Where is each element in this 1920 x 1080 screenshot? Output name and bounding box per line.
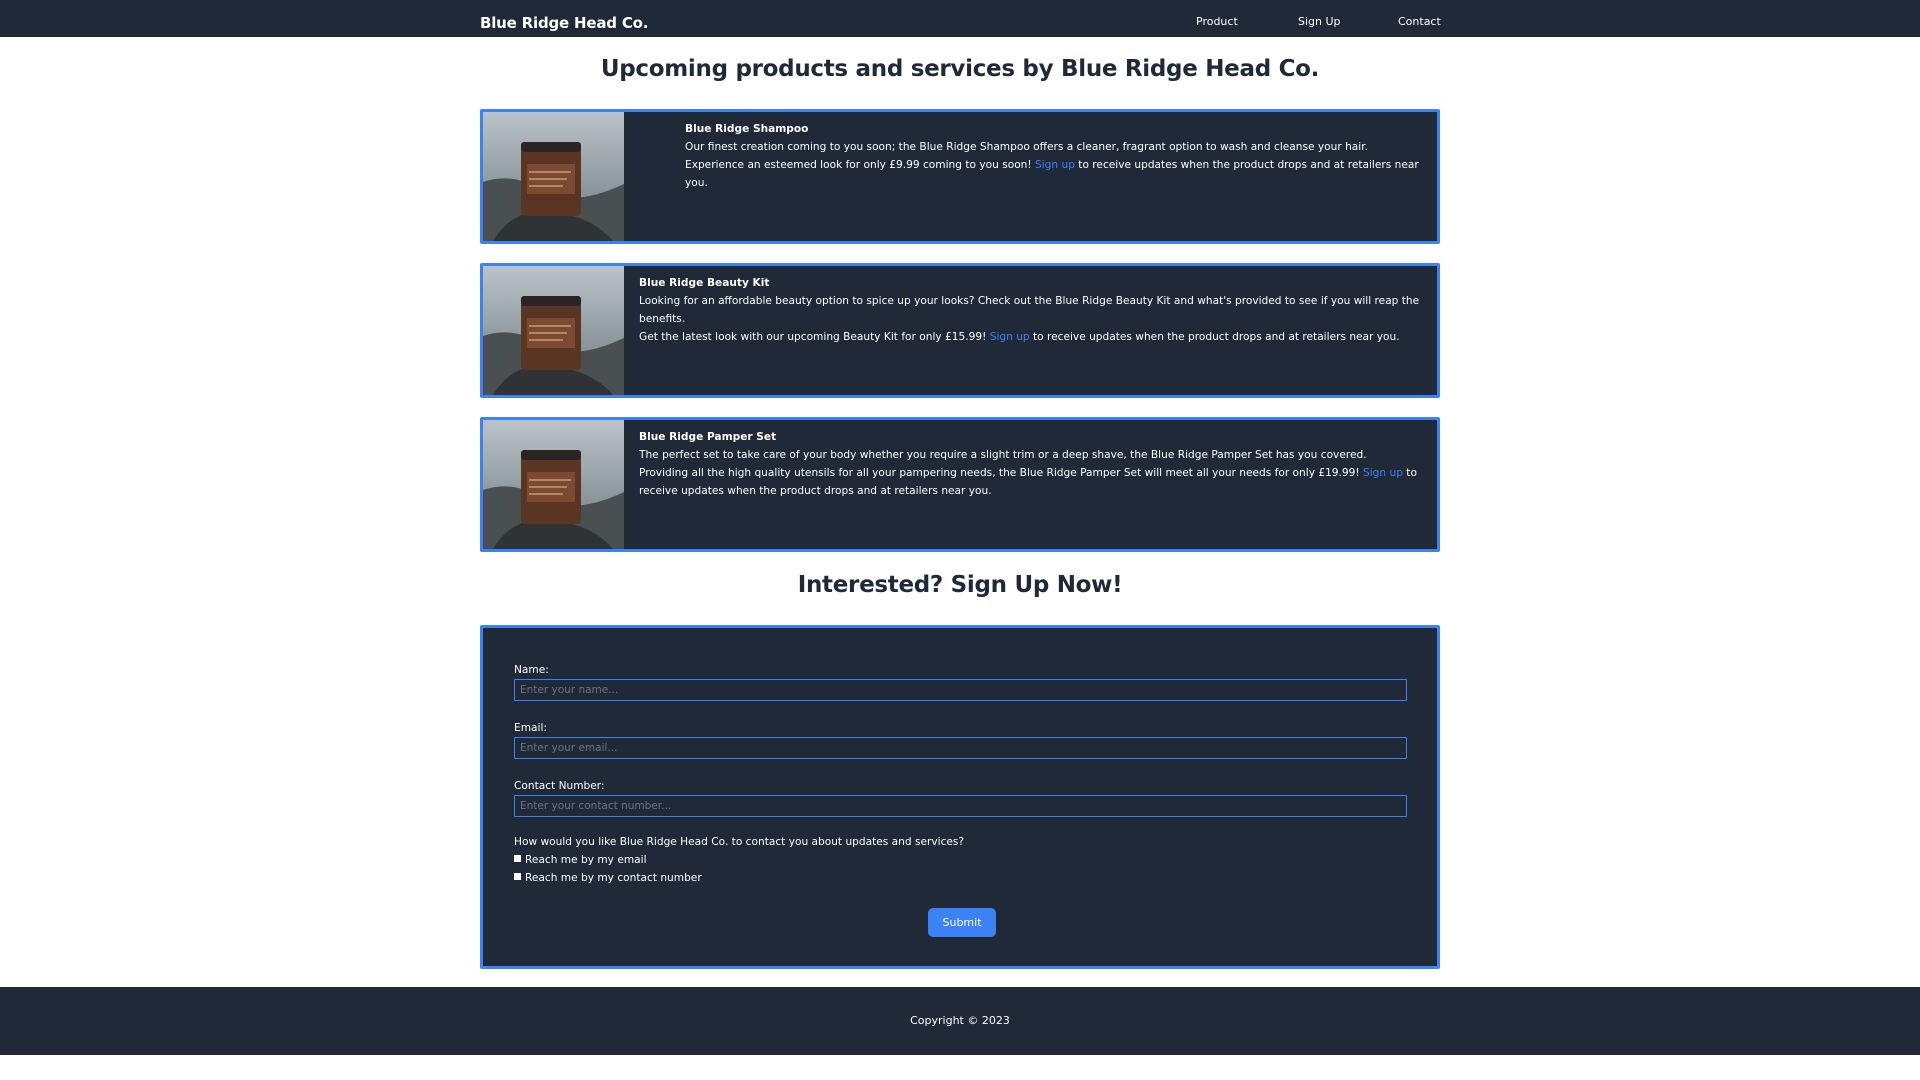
- submit-button[interactable]: Submit: [928, 908, 996, 937]
- product-image: [483, 420, 624, 549]
- product-title: Blue Ridge Pamper Set: [639, 431, 777, 443]
- nav-link-product[interactable]: Product: [1196, 15, 1238, 28]
- checkbox-email-label: Reach me by my email: [525, 854, 647, 866]
- name-input[interactable]: [514, 679, 1407, 701]
- checkbox-icon[interactable]: [514, 855, 521, 862]
- signup-section-title: Interested? Sign Up Now!: [797, 572, 1123, 598]
- sign-up-link[interactable]: Sign up: [1363, 467, 1403, 479]
- contact-number-input[interactable]: [514, 795, 1407, 817]
- footer: Copyright © 2023: [0, 987, 1920, 1055]
- product-card-pamper-set: Blue Ridge Pamper Set The perfect set to…: [480, 417, 1440, 552]
- email-label: Email:: [514, 722, 547, 734]
- signup-form: Name: Email: Contact Number: How would y…: [480, 625, 1440, 969]
- product-line-1: Looking for an affordable beauty option …: [639, 295, 1420, 325]
- contact-number-label: Contact Number:: [514, 780, 605, 792]
- product-description: Blue Ridge Pamper Set The perfect set to…: [639, 428, 1423, 500]
- copyright-text: Copyright © 2023: [910, 1014, 1010, 1027]
- product-line-2-end: to receive updates when the product drop…: [1029, 331, 1400, 343]
- checkbox-icon[interactable]: [514, 873, 521, 880]
- product-line-1: The perfect set to take care of your bod…: [639, 449, 1367, 461]
- product-image: [483, 112, 624, 241]
- product-line-2: Get the latest look with our upcoming Be…: [639, 331, 990, 343]
- name-label: Name:: [514, 664, 549, 676]
- sign-up-link[interactable]: Sign up: [1035, 159, 1075, 171]
- contact-preference-question: How would you like Blue Ridge Head Co. t…: [514, 836, 965, 848]
- checkbox-contact-number-label: Reach me by my contact number: [525, 872, 702, 884]
- nav-link-contact[interactable]: Contact: [1398, 15, 1441, 28]
- product-line-2: Providing all the high quality utensils …: [639, 467, 1364, 479]
- product-card-beauty-kit: Blue Ridge Beauty Kit Looking for an aff…: [480, 263, 1440, 398]
- product-title: Blue Ridge Beauty Kit: [639, 277, 770, 289]
- product-description: Blue Ridge Beauty Kit Looking for an aff…: [639, 274, 1423, 346]
- product-description: Blue Ridge Shampoo Our finest creation c…: [685, 120, 1423, 192]
- page-title: Upcoming products and services by Blue R…: [600, 56, 1320, 82]
- product-line-1: Our finest creation coming to you soon; …: [685, 141, 1368, 153]
- brand-logo-text[interactable]: Blue Ridge Head Co.: [480, 14, 648, 32]
- nav-link-sign-up[interactable]: Sign Up: [1298, 15, 1341, 28]
- product-image: [483, 266, 624, 395]
- product-card-shampoo: Blue Ridge Shampoo Our finest creation c…: [480, 109, 1440, 244]
- product-line-2: Experience an esteemed look for only £9.…: [685, 159, 1036, 171]
- top-navbar: Blue Ridge Head Co. Product Sign Up Cont…: [0, 0, 1920, 37]
- email-input[interactable]: [514, 737, 1407, 759]
- product-title: Blue Ridge Shampoo: [685, 123, 809, 135]
- checkbox-contact-number[interactable]: Reach me by my contact number: [514, 872, 702, 884]
- checkbox-email[interactable]: Reach me by my email: [514, 854, 647, 866]
- sign-up-link[interactable]: Sign up: [990, 331, 1030, 343]
